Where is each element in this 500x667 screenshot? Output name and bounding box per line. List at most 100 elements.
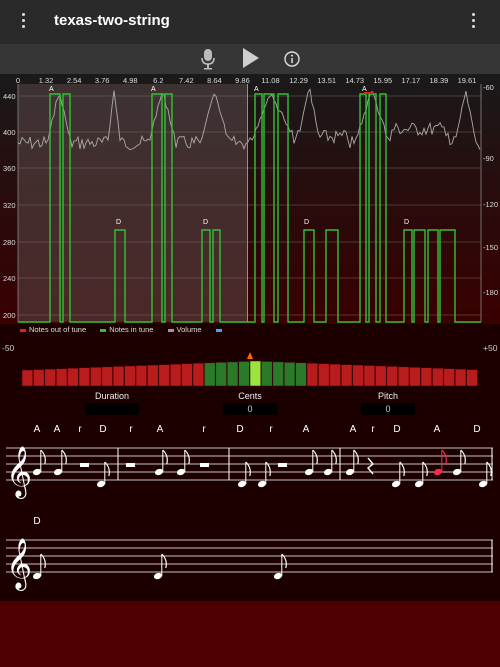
note-flag (40, 449, 46, 465)
x-tick-label: 18.39 (430, 76, 449, 85)
pitch-field: Pitch 0 (348, 391, 428, 415)
menu-icon[interactable] (18, 13, 30, 31)
music-score: 𝄞A Ar Dr Ar Dr A Ar D A D𝄞D (6, 424, 493, 591)
meter-segment (67, 367, 79, 387)
meter-segment (112, 366, 125, 387)
note-flag (353, 449, 359, 465)
note-letter: A (54, 424, 61, 435)
meter-segment (386, 366, 398, 387)
x-tick-label: 2.54 (67, 76, 82, 85)
meter-segment (375, 365, 387, 387)
y-tick-label: 400 (3, 128, 16, 137)
x-tick-label: 8.64 (207, 76, 222, 85)
note-flag (61, 449, 67, 465)
meter-segment (329, 363, 341, 387)
note-label: A (362, 86, 367, 93)
meter-segment (192, 363, 205, 387)
note-label: D (304, 219, 309, 226)
cents-field: Cents 0 (210, 391, 290, 415)
y-right-tick-label: -180 (483, 288, 498, 297)
pitch-chart: 0 1.32 2.54 3.76 4.98 6.2 7.42 8.64 9.86 11.08 12.… (0, 74, 500, 324)
meter-segment (340, 364, 353, 387)
treble-clef-icon: 𝄞 (6, 538, 32, 591)
rest-icon (200, 463, 209, 467)
meter-segment (181, 363, 193, 387)
rest-icon (80, 463, 89, 467)
meter-segment (432, 367, 444, 387)
meter-segment (158, 364, 170, 387)
note-flag (331, 449, 337, 465)
legend-item: Notes out of tune (20, 325, 92, 334)
meter-segment (295, 362, 307, 387)
meter-segment (124, 365, 136, 387)
cents-value: 0 (223, 403, 277, 415)
meter-segment (363, 365, 376, 387)
y-tick-label: 280 (3, 238, 16, 247)
x-tick-label: 15.95 (373, 76, 392, 85)
note-letter: r (78, 424, 82, 435)
duration-field: Duration (72, 391, 152, 415)
legend-item (215, 325, 225, 334)
duration-value (85, 403, 139, 415)
note-letter: r (202, 424, 206, 435)
meter-max-label: +50 (483, 343, 498, 353)
meter-min-label: -50 (2, 343, 15, 353)
note-letter: r (129, 424, 133, 435)
x-tick-label: 4.98 (123, 76, 138, 85)
meter-segment (283, 362, 296, 387)
note-letter: r (371, 424, 375, 435)
microphone-icon[interactable] (200, 48, 216, 75)
meter-segment (78, 367, 91, 387)
meter-segment (33, 369, 45, 387)
play-icon[interactable] (242, 47, 260, 74)
note-letter: D (473, 424, 480, 435)
pitch-label: Pitch (377, 391, 398, 401)
y-tick-label: 360 (3, 164, 16, 173)
note-letter: A (34, 424, 41, 435)
x-tick-label: 3.76 (95, 76, 110, 85)
note-label: D (116, 219, 121, 226)
legend-item: Volume (167, 325, 208, 334)
note-flag (441, 449, 447, 465)
x-tick-label: 19.61 (458, 76, 477, 85)
y-tick-label: 440 (3, 92, 16, 101)
note-label: D (404, 219, 409, 226)
app-bar: texas-two-string (0, 0, 500, 44)
more-options-icon[interactable] (471, 13, 477, 31)
y-right-tick-label: -90 (483, 154, 494, 163)
note-letter: A (303, 424, 310, 435)
legend-item: Notes in tune (100, 325, 159, 334)
y-tick-label: 320 (3, 201, 16, 210)
meter-segment (420, 367, 433, 387)
note-letter: D (33, 516, 40, 527)
pitch-value: 0 (361, 403, 415, 415)
meter-segment (261, 361, 273, 387)
meter-segment (249, 360, 262, 387)
x-tick-label: 17.17 (401, 76, 420, 85)
rest-icon (278, 463, 287, 467)
note-flag (460, 449, 466, 465)
meter-segment (238, 361, 250, 387)
y-tick-label: 200 (3, 311, 16, 320)
note-label: D (203, 219, 208, 226)
meter-segment (147, 364, 159, 387)
y-right-tick-label: -60 (483, 83, 494, 92)
rest-icon (126, 463, 135, 467)
meter-segment (169, 363, 182, 387)
note-label: A (254, 86, 259, 93)
meter-segment (409, 367, 421, 387)
treble-clef-icon: 𝄞 (6, 446, 32, 499)
cents-label: Cents (238, 391, 262, 401)
info-icon[interactable] (284, 51, 300, 72)
x-tick-label: 6.2 (153, 76, 163, 85)
chart-legend: Notes out of tune Notes in tune Volume (20, 325, 231, 334)
note-letter: D (236, 424, 243, 435)
meter-segment (272, 361, 284, 387)
note-letter: D (99, 424, 106, 435)
meter-segment (318, 363, 330, 387)
x-tick-label: 1.32 (39, 76, 54, 85)
meter-segment (306, 363, 319, 387)
note-letter: A (434, 424, 441, 435)
meter-segment (215, 362, 227, 387)
note-letter: A (350, 424, 357, 435)
